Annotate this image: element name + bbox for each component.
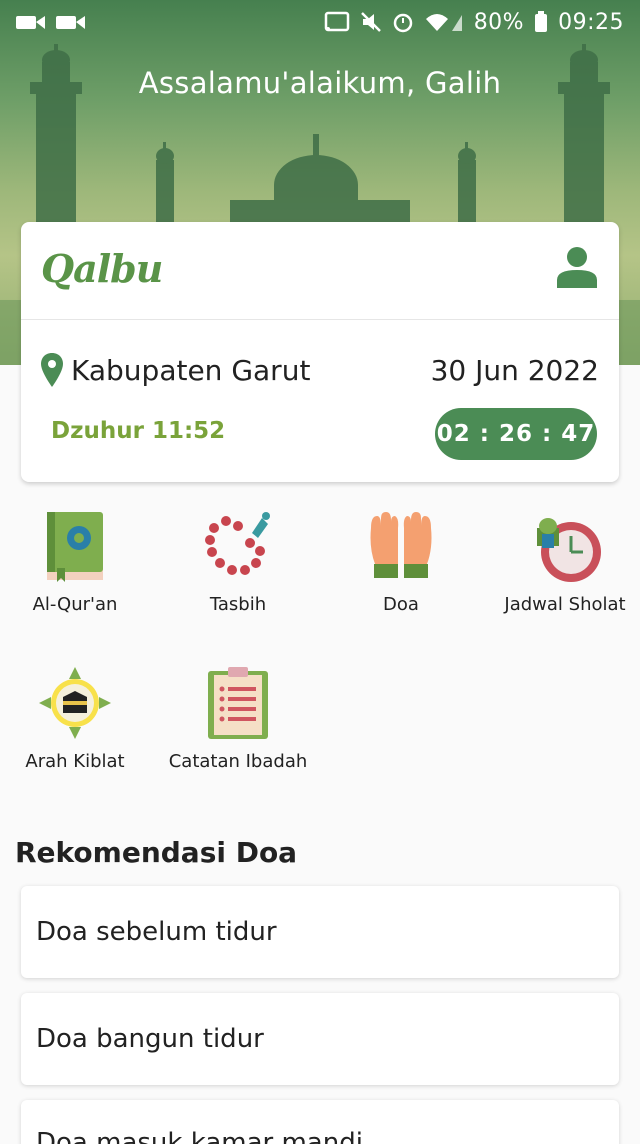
menu-label: Catatan Ibadah bbox=[168, 751, 308, 772]
menu-item-tasbih[interactable]: Tasbih bbox=[158, 508, 318, 619]
wifi-signal-icon bbox=[425, 14, 462, 31]
location-pin-icon bbox=[41, 353, 63, 387]
prayer-beads-icon bbox=[205, 512, 270, 575]
quran-book-icon bbox=[47, 512, 103, 582]
prayer-info-card: Qalbu Kabupaten Garut 30 Jun 2022 Dzuhur… bbox=[21, 222, 619, 482]
card-header: Qalbu bbox=[21, 222, 619, 320]
praying-hands-icon bbox=[370, 512, 432, 578]
alarm-icon bbox=[393, 13, 412, 33]
app-logo: Qalbu bbox=[41, 246, 163, 291]
video-camera-icon bbox=[16, 16, 45, 29]
doa-list-item[interactable]: Doa bangun tidur bbox=[21, 993, 619, 1085]
doa-list-item[interactable]: Doa sebelum tidur bbox=[21, 886, 619, 978]
video-camera-icon bbox=[56, 16, 85, 29]
profile-icon[interactable] bbox=[557, 246, 597, 288]
menu-item-quran[interactable]: Al-Qur'an bbox=[0, 508, 155, 619]
menu-item-jadwal-sholat[interactable]: Jadwal Sholat bbox=[485, 508, 640, 619]
cast-icon bbox=[324, 11, 349, 32]
prayer-schedule-clock-icon bbox=[537, 518, 601, 582]
battery-percent: 80% bbox=[473, 9, 525, 35]
menu-label: Jadwal Sholat bbox=[504, 594, 626, 615]
menu-item-catatan-ibadah[interactable]: Catatan Ibadah bbox=[158, 665, 318, 776]
menu-item-doa[interactable]: Doa bbox=[321, 508, 481, 619]
clock-time: 09:25 bbox=[558, 9, 624, 35]
battery-icon bbox=[535, 11, 548, 32]
doa-list-item[interactable]: Doa masuk kamar mandi bbox=[21, 1100, 619, 1144]
next-prayer-time: Dzuhur 11:52 bbox=[51, 418, 226, 444]
greeting-text: Assalamu'alaikum, Galih bbox=[138, 66, 502, 100]
location-name: Kabupaten Garut bbox=[71, 353, 311, 387]
section-title: Rekomendasi Doa bbox=[15, 836, 298, 869]
mute-icon bbox=[360, 12, 381, 32]
clipboard-notes-icon bbox=[208, 667, 268, 739]
current-date: 30 Jun 2022 bbox=[430, 353, 599, 387]
location-row: Kabupaten Garut 30 Jun 2022 bbox=[41, 350, 599, 390]
kaaba-compass-icon bbox=[39, 667, 111, 739]
status-bar: 80% 09:25 bbox=[0, 0, 640, 44]
menu-label: Arah Kiblat bbox=[25, 751, 125, 772]
menu-label: Tasbih bbox=[209, 594, 267, 615]
menu-label: Al-Qur'an bbox=[32, 594, 118, 615]
menu-item-arah-kiblat[interactable]: Arah Kiblat bbox=[0, 665, 155, 776]
countdown-badge: 02 : 26 : 47 bbox=[435, 408, 597, 460]
menu-label: Doa bbox=[383, 594, 419, 615]
